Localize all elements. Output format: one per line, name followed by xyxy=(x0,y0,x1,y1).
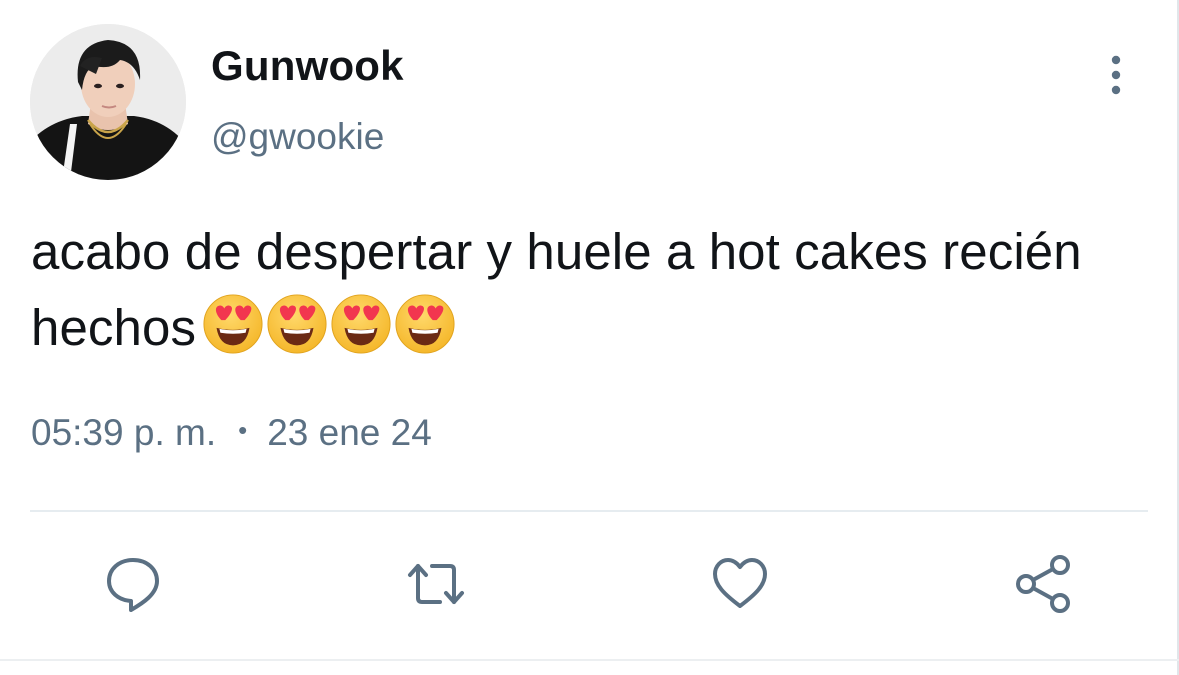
retweet-icon xyxy=(408,564,464,604)
heart-eyes-emoji-icon xyxy=(203,294,263,354)
share-button[interactable] xyxy=(1014,554,1074,614)
avatar[interactable] xyxy=(30,24,186,180)
display-name[interactable]: Gunwook xyxy=(211,42,404,90)
heart-eyes-emoji-icon xyxy=(395,294,455,354)
more-options-button[interactable] xyxy=(1096,52,1136,100)
speech-bubble-icon xyxy=(107,558,159,612)
tweet-meta: 05:39 p. m. • 23 ene 24 xyxy=(31,412,432,454)
meta-separator: • xyxy=(238,415,248,445)
emoji-group xyxy=(202,293,458,376)
tweet-text-content: acabo de despertar y huele a hot cakes r… xyxy=(31,223,1082,356)
heart-eyes-emoji-icon xyxy=(331,294,391,354)
reply-button[interactable] xyxy=(103,554,163,614)
tweet-text-line-2: hechos xyxy=(31,299,197,356)
user-handle[interactable]: @gwookie xyxy=(211,116,384,158)
like-button[interactable] xyxy=(710,554,770,614)
tweet-time: 05:39 p. m. xyxy=(31,412,217,453)
vertical-dots-icon xyxy=(1111,55,1121,95)
tweet-text-line-1: acabo de despertar y huele a hot cakes r… xyxy=(31,223,1082,280)
tweet-date: 23 ene 24 xyxy=(267,412,432,453)
avatar-photo xyxy=(30,24,186,180)
tweet-text: acabo de despertar y huele a hot cakes r… xyxy=(31,214,1171,376)
share-icon xyxy=(1016,555,1070,613)
card-bottom-border xyxy=(0,659,1179,661)
action-divider xyxy=(30,510,1148,512)
heart-icon xyxy=(713,558,767,608)
tweet-card: Gunwook @gwookie acabo de despertar y hu… xyxy=(0,0,1179,675)
retweet-button[interactable] xyxy=(406,554,466,614)
heart-eyes-emoji-icon xyxy=(267,294,327,354)
